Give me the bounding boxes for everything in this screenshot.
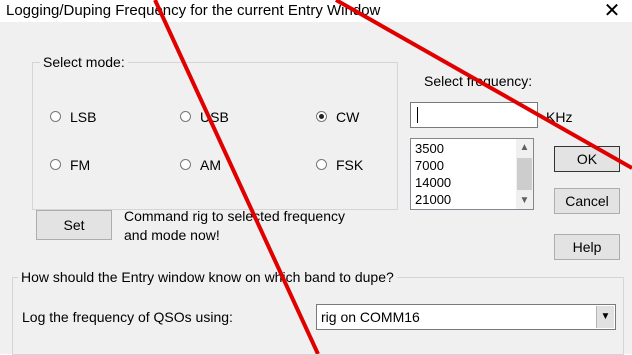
radio-am[interactable]: AM	[180, 156, 260, 174]
chevron-down-icon[interactable]: ▼	[596, 306, 614, 328]
radio-lsb-label: LSB	[70, 109, 97, 125]
cancel-button[interactable]: Cancel	[554, 188, 620, 214]
radio-cw[interactable]: CW	[316, 108, 386, 126]
list-item[interactable]: 14000	[415, 174, 451, 191]
close-icon[interactable]: ✕	[592, 0, 632, 22]
list-item[interactable]: 3500	[415, 140, 444, 157]
scroll-down-icon[interactable]: ▼	[516, 192, 533, 209]
radio-fsk[interactable]: FSK	[316, 156, 386, 174]
scrollbar-thumb[interactable]	[517, 158, 532, 190]
log-source-combobox[interactable]: rig on COMM16 ▼	[316, 304, 616, 330]
window-title: Logging/Duping Frequency for the current…	[6, 2, 381, 19]
scroll-up-icon[interactable]: ▲	[516, 139, 533, 156]
frequency-input[interactable]	[410, 102, 538, 128]
mode-groupbox	[32, 62, 398, 210]
radio-cw-indicator	[316, 111, 327, 122]
radio-lsb-indicator	[50, 111, 61, 122]
radio-cw-label: CW	[336, 109, 360, 125]
mode-group-legend: Select mode:	[40, 54, 128, 70]
radio-fsk-label: FSK	[336, 157, 364, 173]
help-button[interactable]: Help	[554, 234, 620, 260]
dialog-window: Logging/Duping Frequency for the current…	[0, 0, 632, 355]
combo-value: rig on COMM16	[321, 309, 420, 325]
radio-usb-indicator	[180, 111, 191, 122]
list-item[interactable]: 7000	[415, 157, 444, 174]
dialog-body: Select mode: LSB USB CW FM AM FSK Select…	[0, 22, 632, 355]
frequency-unit: KHz	[546, 109, 573, 125]
ok-button[interactable]: OK	[554, 146, 620, 172]
radio-am-label: AM	[200, 157, 221, 173]
frequency-listbox[interactable]: 3500 7000 14000 21000 ▲ ▼	[410, 138, 534, 210]
radio-fm-indicator	[50, 159, 61, 170]
radio-fsk-indicator	[316, 159, 327, 170]
list-item[interactable]: 21000	[415, 191, 451, 208]
set-button[interactable]: Set	[36, 210, 112, 240]
title-bar: Logging/Duping Frequency for the current…	[0, 0, 632, 22]
frequency-label: Select frequency:	[424, 73, 533, 89]
set-description: Command rig to selected frequency and mo…	[124, 208, 345, 243]
radio-am-indicator	[180, 159, 191, 170]
radio-usb-label: USB	[200, 109, 229, 125]
radio-fm[interactable]: FM	[50, 156, 130, 174]
radio-lsb[interactable]: LSB	[50, 108, 130, 126]
band-group-legend: How should the Entry window know on whic…	[18, 268, 397, 286]
radio-fm-label: FM	[70, 157, 91, 173]
log-frequency-label: Log the frequency of QSOs using:	[22, 309, 233, 325]
text-caret	[417, 107, 418, 123]
listbox-scrollbar[interactable]: ▲ ▼	[516, 139, 533, 209]
radio-usb[interactable]: USB	[180, 108, 260, 126]
